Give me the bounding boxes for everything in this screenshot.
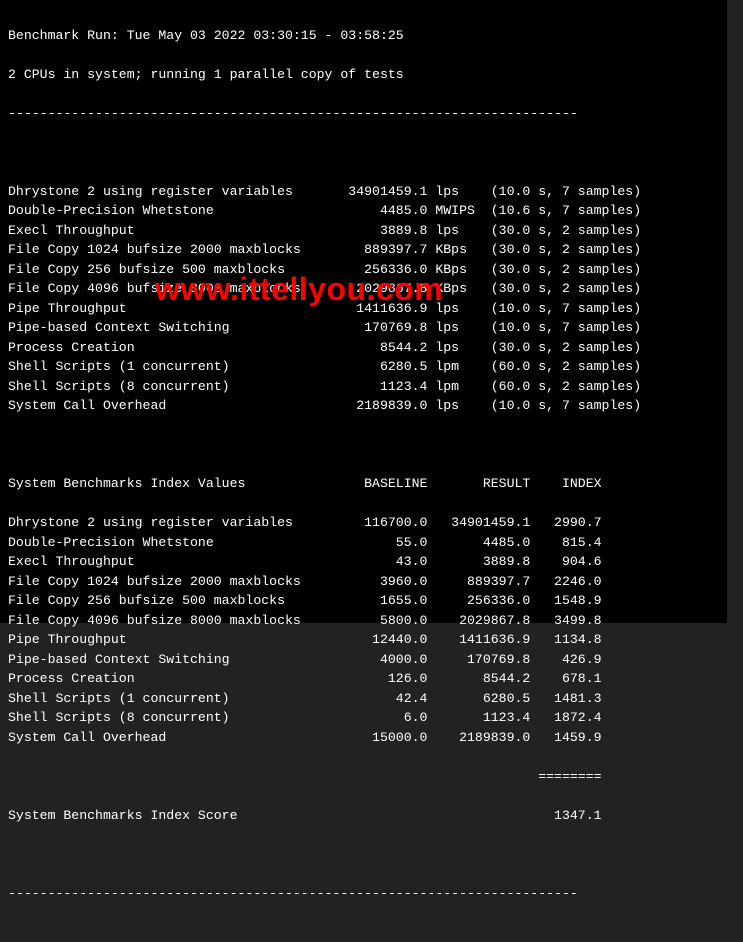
score-line: System Benchmarks Index Score 1347.1 — [8, 806, 719, 826]
index-row: Pipe-based Context Switching 4000.0 1707… — [8, 650, 719, 670]
blank — [8, 845, 719, 865]
index-row: Shell Scripts (1 concurrent) 42.4 6280.5… — [8, 689, 719, 709]
result-row: Dhrystone 2 using register variables 349… — [8, 182, 719, 202]
blank — [8, 435, 719, 455]
run-header: Benchmark Run: Tue May 03 2022 03:30:15 … — [8, 26, 719, 46]
result-row: Shell Scripts (8 concurrent) 1123.4 lpm … — [8, 377, 719, 397]
result-row: File Copy 1024 bufsize 2000 maxblocks 88… — [8, 240, 719, 260]
result-row: Double-Precision Whetstone 4485.0 MWIPS … — [8, 201, 719, 221]
result-row: File Copy 4096 bufsize 8000 maxblocks 20… — [8, 279, 719, 299]
index-row: File Copy 4096 bufsize 8000 maxblocks 58… — [8, 611, 719, 631]
result-row: System Call Overhead 2189839.0 lps (10.0… — [8, 396, 719, 416]
results-table: Dhrystone 2 using register variables 349… — [8, 182, 719, 416]
divider: ----------------------------------------… — [8, 104, 719, 124]
result-row: Pipe Throughput 1411636.9 lps (10.0 s, 7… — [8, 299, 719, 319]
index-header-row: System Benchmarks Index Values BASELINE … — [8, 474, 719, 494]
index-row: Process Creation 126.0 8544.2 678.1 — [8, 669, 719, 689]
blank — [8, 143, 719, 163]
index-row: File Copy 256 bufsize 500 maxblocks 1655… — [8, 591, 719, 611]
index-row: Execl Throughput 43.0 3889.8 904.6 — [8, 552, 719, 572]
index-row: Dhrystone 2 using register variables 116… — [8, 513, 719, 533]
index-divider: ======== — [8, 767, 719, 787]
result-row: Pipe-based Context Switching 170769.8 lp… — [8, 318, 719, 338]
result-row: Execl Throughput 3889.8 lps (30.0 s, 2 s… — [8, 221, 719, 241]
index-row: System Call Overhead 15000.0 2189839.0 1… — [8, 728, 719, 748]
index-row: Pipe Throughput 12440.0 1411636.9 1134.8 — [8, 630, 719, 650]
result-row: File Copy 256 bufsize 500 maxblocks 2563… — [8, 260, 719, 280]
index-row: Double-Precision Whetstone 55.0 4485.0 8… — [8, 533, 719, 553]
terminal-output: Benchmark Run: Tue May 03 2022 03:30:15 … — [0, 0, 727, 623]
index-row: Shell Scripts (8 concurrent) 6.0 1123.4 … — [8, 708, 719, 728]
index-row: File Copy 1024 bufsize 2000 maxblocks 39… — [8, 572, 719, 592]
result-row: Shell Scripts (1 concurrent) 6280.5 lpm … — [8, 357, 719, 377]
result-row: Process Creation 8544.2 lps (30.0 s, 2 s… — [8, 338, 719, 358]
cpu-header: 2 CPUs in system; running 1 parallel cop… — [8, 65, 719, 85]
divider: ----------------------------------------… — [8, 884, 719, 904]
index-table: Dhrystone 2 using register variables 116… — [8, 513, 719, 747]
